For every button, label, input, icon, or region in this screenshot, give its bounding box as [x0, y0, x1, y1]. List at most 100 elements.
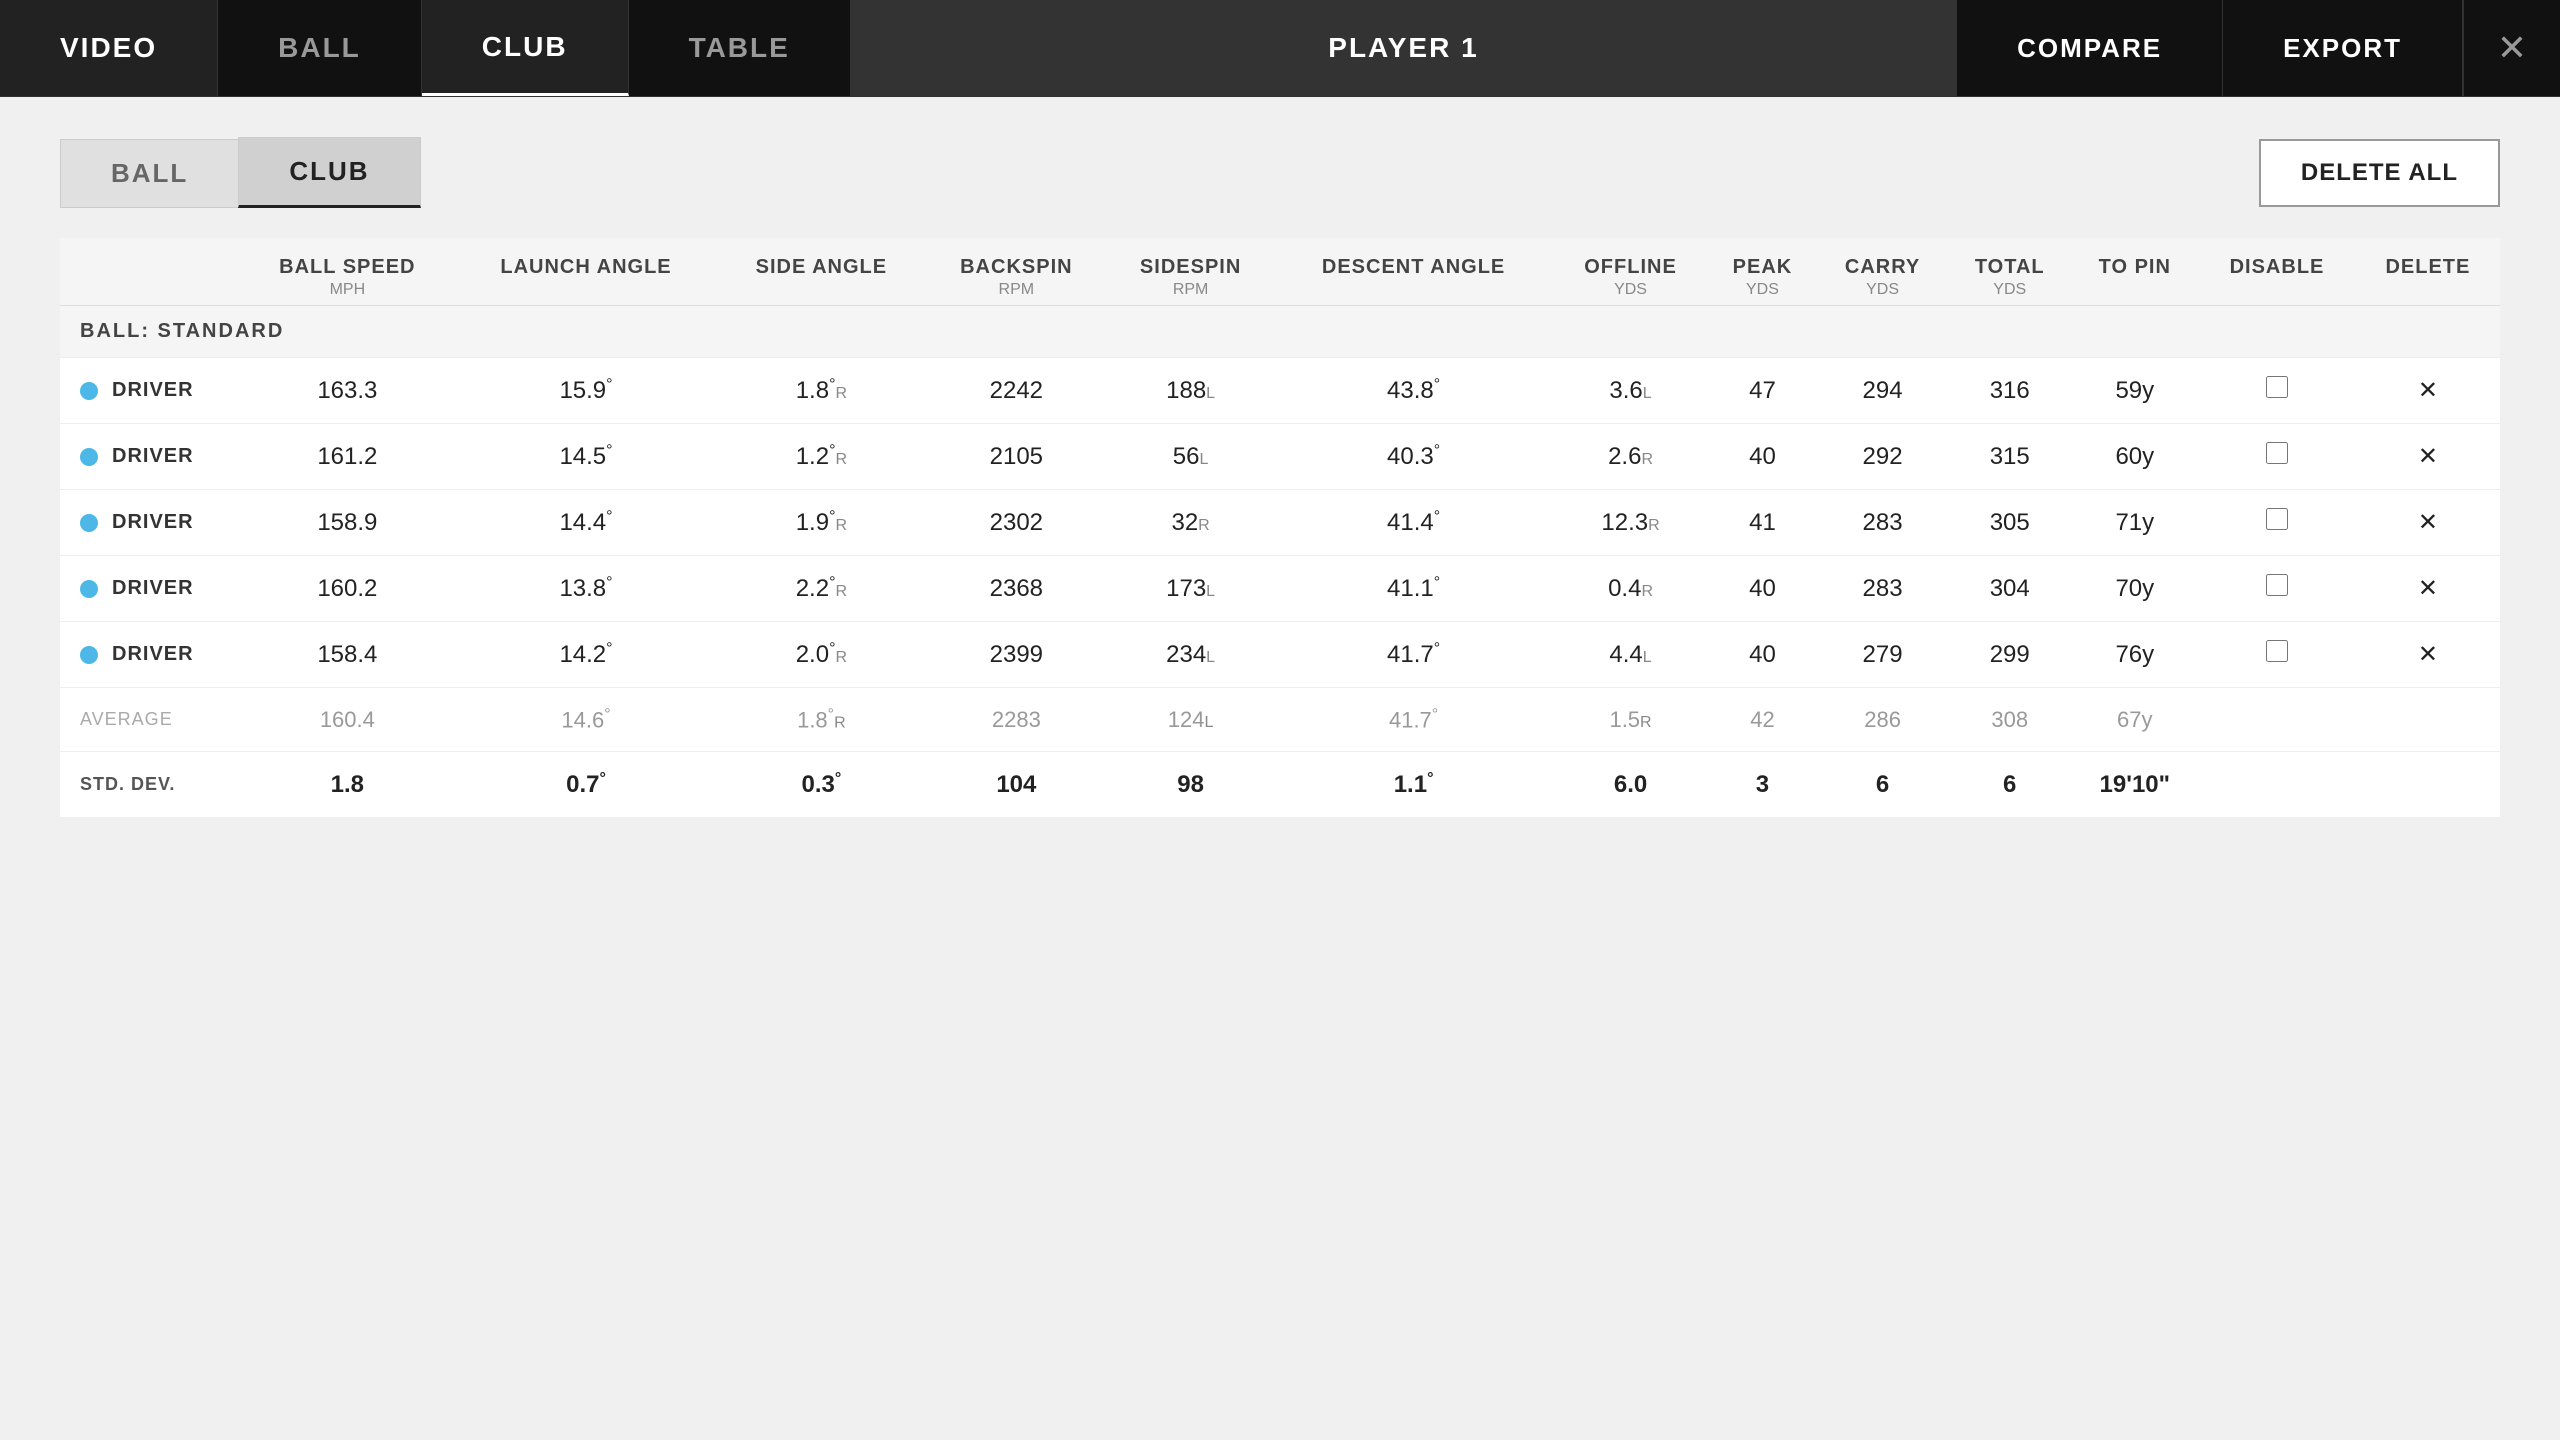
row-2-disable[interactable] — [2198, 424, 2356, 490]
tab-club[interactable]: CLUB — [238, 137, 420, 208]
nav-table[interactable]: TABLE — [629, 0, 851, 96]
avg-launch-angle: 14.6° — [455, 688, 718, 752]
avg-label: AVERAGE — [60, 688, 240, 752]
row-1-club: DRIVER — [60, 358, 240, 424]
row-4-disable[interactable] — [2198, 556, 2356, 622]
row-4-peak: 40 — [1708, 556, 1817, 622]
avg-delete-cell — [2356, 688, 2500, 752]
row-5-disable-checkbox[interactable] — [2266, 640, 2288, 662]
row-5-backspin: 2399 — [925, 622, 1107, 688]
row-5-descent-angle: 41.7° — [1274, 622, 1553, 688]
blue-dot-icon — [80, 646, 98, 664]
row-4-to-pin: 70y — [2071, 556, 2198, 622]
row-1-backspin: 2242 — [925, 358, 1107, 424]
avg-sidespin: 124L — [1107, 688, 1274, 752]
row-4-club: DRIVER — [60, 556, 240, 622]
nav-compare[interactable]: COMPARE — [1957, 0, 2223, 96]
row-2-descent-angle: 40.3° — [1274, 424, 1553, 490]
std-total: 6 — [1948, 752, 2071, 818]
row-3-descent-angle: 41.4° — [1274, 490, 1553, 556]
table-row: DRIVER 163.3 15.9° 1.8°R 2242 188L 43.8°… — [60, 358, 2500, 424]
col-header-sidespin: SIDESPIN RPM — [1107, 238, 1274, 306]
col-header-to-pin: TO PIN — [2071, 238, 2198, 306]
std-offline: 6.0 — [1553, 752, 1708, 818]
row-2-to-pin: 60y — [2071, 424, 2198, 490]
std-descent-angle: 1.1° — [1274, 752, 1553, 818]
top-nav: VIDEO BALL CLUB TABLE PLAYER 1 COMPARE E… — [0, 0, 2560, 97]
delete-all-button[interactable]: DELETE ALL — [2259, 139, 2500, 207]
avg-backspin: 2283 — [925, 688, 1107, 752]
nav-club[interactable]: CLUB — [422, 0, 629, 96]
std-to-pin: 19'10" — [2071, 752, 2198, 818]
col-header-side-angle: SIDE ANGLE — [717, 238, 925, 306]
col-header-carry: CARRY YDS — [1817, 238, 1948, 306]
row-2-sidespin: 56L — [1107, 424, 1274, 490]
table-row: DRIVER 161.2 14.5° 1.2°R 2105 56L 40.3° … — [60, 424, 2500, 490]
row-2-delete[interactable]: ✕ — [2356, 424, 2500, 490]
col-header-offline: OFFLINE YDS — [1553, 238, 1708, 306]
col-header-launch-angle: LAUNCH ANGLE — [455, 238, 718, 306]
nav-right-actions: COMPARE EXPORT ✕ — [1957, 0, 2560, 96]
row-3-peak: 41 — [1708, 490, 1817, 556]
row-1-ball-speed: 163.3 — [240, 358, 455, 424]
row-3-disable[interactable] — [2198, 490, 2356, 556]
row-2-backspin: 2105 — [925, 424, 1107, 490]
row-4-descent-angle: 41.1° — [1274, 556, 1553, 622]
row-4-total: 304 — [1948, 556, 2071, 622]
row-1-disable[interactable] — [2198, 358, 2356, 424]
std-ball-speed: 1.8 — [240, 752, 455, 818]
std-backspin: 104 — [925, 752, 1107, 818]
nav-close-button[interactable]: ✕ — [2463, 0, 2560, 96]
blue-dot-icon — [80, 448, 98, 466]
row-4-side-angle: 2.2°R — [717, 556, 925, 622]
nav-ball[interactable]: BALL — [218, 0, 422, 96]
row-3-backspin: 2302 — [925, 490, 1107, 556]
row-4-carry: 283 — [1817, 556, 1948, 622]
row-5-side-angle: 2.0°R — [717, 622, 925, 688]
col-header-delete: DELETE — [2356, 238, 2500, 306]
row-1-disable-checkbox[interactable] — [2266, 376, 2288, 398]
row-4-sidespin: 173L — [1107, 556, 1274, 622]
nav-video[interactable]: VIDEO — [0, 0, 218, 96]
row-2-club: DRIVER — [60, 424, 240, 490]
row-5-peak: 40 — [1708, 622, 1817, 688]
col-header-ball-speed: BALL SPEED MPH — [240, 238, 455, 306]
row-5-offline: 4.4L — [1553, 622, 1708, 688]
table-row: DRIVER 160.2 13.8° 2.2°R 2368 173L 41.1°… — [60, 556, 2500, 622]
row-5-to-pin: 76y — [2071, 622, 2198, 688]
row-3-offline: 12.3R — [1553, 490, 1708, 556]
tabs-container: BALL CLUB — [60, 137, 421, 208]
std-peak: 3 — [1708, 752, 1817, 818]
row-1-delete[interactable]: ✕ — [2356, 358, 2500, 424]
avg-carry: 286 — [1817, 688, 1948, 752]
row-5-carry: 279 — [1817, 622, 1948, 688]
tab-ball[interactable]: BALL — [60, 139, 238, 208]
avg-disable-cell — [2198, 688, 2356, 752]
avg-to-pin: 67y — [2071, 688, 2198, 752]
row-3-delete[interactable]: ✕ — [2356, 490, 2500, 556]
row-2-side-angle: 1.2°R — [717, 424, 925, 490]
row-2-carry: 292 — [1817, 424, 1948, 490]
row-1-peak: 47 — [1708, 358, 1817, 424]
nav-export[interactable]: EXPORT — [2223, 0, 2463, 96]
row-4-disable-checkbox[interactable] — [2266, 574, 2288, 596]
row-1-sidespin: 188L — [1107, 358, 1274, 424]
row-5-total: 299 — [1948, 622, 2071, 688]
row-3-side-angle: 1.9°R — [717, 490, 925, 556]
row-2-total: 315 — [1948, 424, 2071, 490]
row-3-ball-speed: 158.9 — [240, 490, 455, 556]
avg-ball-speed: 160.4 — [240, 688, 455, 752]
nav-player1[interactable]: PLAYER 1 — [851, 0, 1957, 96]
row-4-delete[interactable]: ✕ — [2356, 556, 2500, 622]
row-5-disable[interactable] — [2198, 622, 2356, 688]
blue-dot-icon — [80, 382, 98, 400]
row-4-launch-angle: 13.8° — [455, 556, 718, 622]
std-side-angle: 0.3° — [717, 752, 925, 818]
col-header-club — [60, 238, 240, 306]
row-5-delete[interactable]: ✕ — [2356, 622, 2500, 688]
col-header-descent-angle: DESCENT ANGLE — [1274, 238, 1553, 306]
blue-dot-icon — [80, 580, 98, 598]
row-3-disable-checkbox[interactable] — [2266, 508, 2288, 530]
row-2-disable-checkbox[interactable] — [2266, 442, 2288, 464]
col-header-disable: DISABLE — [2198, 238, 2356, 306]
